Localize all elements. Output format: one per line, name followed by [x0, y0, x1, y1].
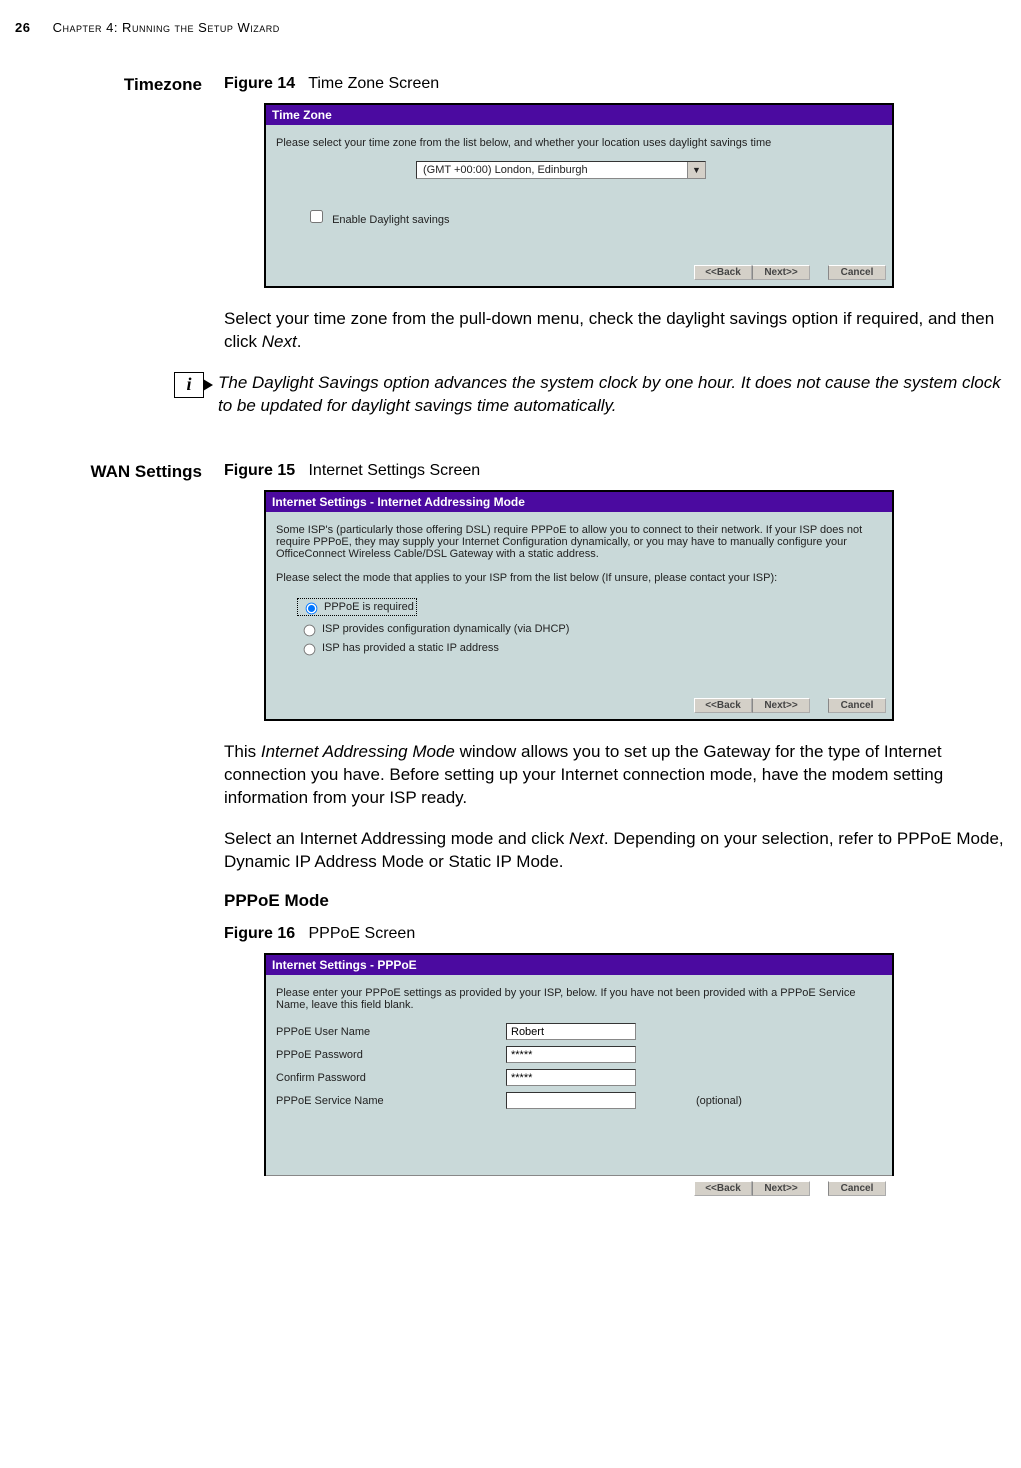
optional-label: (optional) — [696, 1095, 742, 1107]
pppoe-username-label: PPPoE User Name — [276, 1026, 506, 1038]
chapter-title: Chapter 4: Running the Setup Wizard — [53, 20, 280, 35]
daylight-checkbox[interactable] — [310, 210, 323, 223]
pppoe-password-input[interactable] — [506, 1046, 636, 1063]
back-button[interactable]: <<Back — [694, 1181, 752, 1196]
radio-pppoe-label: PPPoE is required — [324, 601, 414, 613]
figure-16-title: PPPoE Screen — [308, 925, 415, 942]
back-button[interactable]: <<Back — [694, 698, 752, 713]
text-em: Internet Addressing Mode — [261, 742, 455, 761]
cancel-button[interactable]: Cancel — [828, 265, 886, 280]
chevron-down-icon[interactable]: ▼ — [687, 162, 705, 178]
pppoe-username-input[interactable] — [506, 1023, 636, 1040]
pppoe-service-input[interactable] — [506, 1092, 636, 1109]
pppoe-mode-heading: PPPoE Mode — [224, 891, 1006, 911]
side-label-timezone: Timezone — [15, 75, 220, 95]
text: . — [297, 332, 302, 351]
screenshot-wan: Internet Settings - Internet Addressing … — [264, 490, 894, 721]
screenshot-timezone: Time Zone Please select your time zone f… — [264, 103, 894, 288]
section-wan: WAN Settings Figure 15 Internet Settings… — [15, 462, 1006, 1197]
next-button[interactable]: Next>> — [752, 1181, 810, 1196]
shot-intro-timezone: Please select your time zone from the li… — [276, 137, 882, 149]
figure-16-number: Figure 16 — [224, 925, 295, 942]
screenshot-pppoe: Internet Settings - PPPoE Please enter y… — [264, 953, 894, 1176]
cancel-button[interactable]: Cancel — [828, 1181, 886, 1196]
pppoe-confirm-input[interactable] — [506, 1069, 636, 1086]
radio-dhcp-label: ISP provides configuration dynamically (… — [322, 623, 569, 635]
radio-static[interactable]: ISP has provided a static IP address — [298, 640, 882, 656]
figure-16-label: Figure 16 PPPoE Screen — [224, 925, 1006, 943]
note-text: The Daylight Savings option advances the… — [218, 372, 1006, 418]
wan-intro-1: Some ISP's (particularly those offering … — [276, 524, 882, 560]
timezone-select[interactable]: (GMT +00:00) London, Edinburgh ▼ — [416, 161, 706, 179]
figure-14-label: Figure 14 Time Zone Screen — [224, 75, 1006, 93]
figure-15-label: Figure 15 Internet Settings Screen — [224, 462, 1006, 480]
figure-15-number: Figure 15 — [224, 462, 295, 479]
cancel-button[interactable]: Cancel — [828, 698, 886, 713]
shot-title-wan: Internet Settings - Internet Addressing … — [266, 492, 892, 512]
wan-intro-2: Please select the mode that applies to y… — [276, 572, 882, 584]
text: This — [224, 742, 261, 761]
timezone-paragraph: Select your time zone from the pull-down… — [224, 308, 1006, 354]
page-header: 26 Chapter 4: Running the Setup Wizard — [15, 20, 1006, 35]
next-button[interactable]: Next>> — [752, 698, 810, 713]
back-button[interactable]: <<Back — [694, 265, 752, 280]
wan-paragraph-2: Select an Internet Addressing mode and c… — [224, 828, 1006, 874]
figure-14-title: Time Zone Screen — [308, 75, 439, 92]
radio-static-input[interactable] — [304, 643, 316, 655]
radio-pppoe-input[interactable] — [306, 602, 318, 614]
shot-title-pppoe: Internet Settings - PPPoE — [266, 955, 892, 975]
side-label-wan: WAN Settings — [15, 462, 220, 482]
pppoe-service-label: PPPoE Service Name — [276, 1095, 506, 1107]
info-icon: i — [174, 372, 204, 398]
text-next: Next — [262, 332, 297, 351]
radio-dhcp-input[interactable] — [304, 624, 316, 636]
radio-pppoe[interactable]: PPPoE is required — [298, 599, 416, 615]
daylight-label: Enable Daylight savings — [332, 214, 449, 226]
figure-14-number: Figure 14 — [224, 75, 295, 92]
wan-paragraph-1: This Internet Addressing Mode window all… — [224, 741, 1006, 810]
info-icon-glyph: i — [186, 374, 191, 395]
pppoe-intro: Please enter your PPPoE settings as prov… — [276, 987, 882, 1011]
timezone-select-value: (GMT +00:00) London, Edinburgh — [423, 164, 588, 176]
info-note: i The Daylight Savings option advances t… — [174, 372, 1006, 418]
figure-15-title: Internet Settings Screen — [308, 462, 480, 479]
page-number: 26 — [15, 20, 30, 35]
shot-title-timezone: Time Zone — [266, 105, 892, 125]
next-button[interactable]: Next>> — [752, 265, 810, 280]
section-timezone: Timezone Figure 14 Time Zone Screen Time… — [15, 75, 1006, 372]
radio-static-label: ISP has provided a static IP address — [322, 642, 499, 654]
pppoe-password-label: PPPoE Password — [276, 1049, 506, 1061]
text: Select an Internet Addressing mode and c… — [224, 829, 569, 848]
text-em: Next — [569, 829, 604, 848]
text: Select your time zone from the pull-down… — [224, 309, 994, 351]
radio-dhcp[interactable]: ISP provides configuration dynamically (… — [298, 621, 882, 637]
pppoe-confirm-label: Confirm Password — [276, 1072, 506, 1084]
